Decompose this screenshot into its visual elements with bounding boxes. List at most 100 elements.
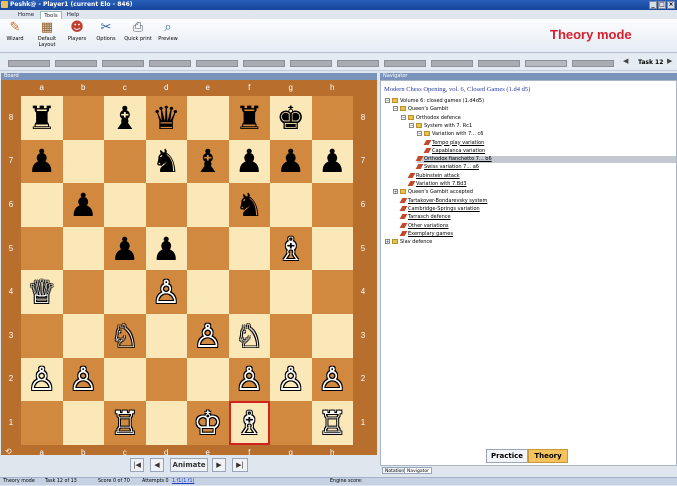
first-move-button[interactable]: |◀ [130, 458, 144, 472]
task-segment[interactable] [478, 60, 520, 67]
square-c8[interactable]: ♝ [104, 96, 146, 140]
square-a8[interactable]: ♜ [21, 96, 63, 140]
chess-piece[interactable]: ♗ [276, 233, 305, 265]
practice-button[interactable]: Practice [486, 449, 528, 463]
square-b8[interactable] [62, 96, 104, 140]
chess-piece[interactable]: ♘ [235, 320, 264, 352]
tree-node[interactable]: − System with 7. Rc1 [409, 122, 472, 130]
square-h8[interactable] [311, 96, 353, 140]
tree-node[interactable]: − Queen's Gambit [393, 106, 448, 113]
square-f3[interactable]: ♘ [228, 314, 270, 358]
task-segment[interactable] [102, 60, 144, 67]
square-e6[interactable] [187, 183, 229, 227]
chess-piece[interactable]: ♙ [27, 363, 56, 395]
square-c3[interactable]: ♘ [104, 314, 146, 358]
expand-toggle-icon[interactable]: − [401, 114, 406, 120]
task-segment[interactable] [431, 60, 473, 67]
tree-node[interactable]: Swiss variation 7... a6 [415, 164, 479, 171]
square-e1[interactable]: ♔ [187, 401, 229, 445]
default-layout-button[interactable]: ▦ Default Layout [34, 21, 60, 51]
task-segment[interactable] [384, 60, 426, 67]
chess-piece[interactable]: ♘ [110, 320, 139, 352]
square-b6[interactable]: ♟ [62, 183, 104, 227]
tree-node[interactable]: Variation with 7.Bd3 [407, 181, 467, 188]
square-b3[interactable] [62, 314, 104, 358]
square-a2[interactable]: ♙ [21, 357, 63, 402]
chess-piece[interactable]: ♟ [27, 145, 56, 177]
square-h6[interactable] [311, 183, 353, 227]
square-b5[interactable] [62, 226, 104, 271]
tree-node[interactable]: Tarrasch defence [399, 214, 451, 221]
square-f5[interactable] [228, 226, 270, 271]
square-h2[interactable]: ♙ [311, 357, 353, 402]
chess-piece[interactable]: ♙ [193, 320, 222, 352]
tree-node[interactable]: − Volume 6: closed games (1.d4d5) [385, 98, 484, 105]
tree-node[interactable]: Cambridge-Springs variation [399, 205, 480, 213]
maximize-button[interactable]: □ [658, 1, 666, 9]
tree-node[interactable]: + Slav defence [385, 239, 432, 246]
square-b1[interactable] [62, 401, 104, 445]
tree-node[interactable]: Capablanca variation [423, 147, 485, 155]
chess-piece[interactable]: ♜ [27, 102, 56, 134]
chess-piece[interactable]: ♙ [152, 276, 181, 308]
chess-piece[interactable]: ♛ [152, 102, 181, 134]
square-f6[interactable]: ♞ [228, 183, 270, 227]
minimize-button[interactable]: _ [649, 1, 657, 9]
next-move-button[interactable]: ▶ [212, 458, 226, 472]
square-e3[interactable]: ♙ [187, 314, 229, 358]
square-a7[interactable]: ♟ [21, 139, 63, 184]
square-a6[interactable] [21, 183, 63, 227]
square-d5[interactable]: ♟ [145, 226, 187, 271]
square-d6[interactable] [145, 183, 187, 227]
animate-button[interactable]: Animate [170, 458, 208, 472]
chess-piece[interactable]: ♜ [235, 102, 264, 134]
chess-piece[interactable]: ♗ [235, 407, 264, 439]
square-b2[interactable]: ♙ [62, 357, 104, 402]
tab-help[interactable]: Help [64, 11, 82, 19]
chess-piece[interactable]: ♖ [110, 407, 139, 439]
square-e5[interactable] [187, 226, 229, 271]
tree-node[interactable]: − Orthodox defence [401, 114, 461, 122]
square-d3[interactable] [145, 314, 187, 358]
task-segment-current[interactable] [525, 60, 567, 67]
square-c4[interactable] [104, 270, 146, 314]
square-d4[interactable]: ♙ [145, 270, 187, 314]
chess-board[interactable]: a a b b c c d d e e f f g g h h 8 8 7 7 6 6 5 5 4 4 3 3 2 2 1 1 ♜ ♝ ♛ ♜ ♚ ♟ ♞ ♝… [1, 80, 377, 457]
square-e2[interactable] [187, 357, 229, 402]
chess-piece[interactable]: ♔ [193, 407, 222, 439]
square-f1[interactable]: ♗ [228, 401, 270, 445]
expand-toggle-icon[interactable]: + [393, 189, 398, 195]
square-e8[interactable] [187, 96, 229, 140]
chess-piece[interactable]: ♙ [276, 363, 305, 395]
tree-node[interactable]: Orthodox fianchetto 7... b6 [415, 156, 676, 164]
quick-print-button[interactable]: ⎙ Quick print [122, 21, 154, 51]
close-button[interactable]: × [667, 1, 675, 9]
square-a4[interactable]: ♕ [21, 270, 63, 314]
square-g5[interactable]: ♗ [270, 226, 312, 271]
tree-node[interactable]: + Queen's Gambit accepted [393, 189, 473, 196]
expand-toggle-icon[interactable]: − [385, 98, 390, 103]
task-segment[interactable] [243, 60, 285, 67]
tree-node[interactable]: Exemplary games [399, 230, 453, 238]
square-f4[interactable] [228, 270, 270, 314]
square-g6[interactable] [270, 183, 312, 227]
square-c2[interactable] [104, 357, 146, 402]
square-g4[interactable] [270, 270, 312, 314]
square-c7[interactable] [104, 139, 146, 184]
prev-move-button[interactable]: ◀ [150, 458, 164, 472]
square-g7[interactable]: ♟ [270, 139, 312, 184]
square-g1[interactable] [270, 401, 312, 445]
tab-home[interactable]: Home [14, 11, 38, 19]
theory-button[interactable]: Theory [528, 449, 568, 463]
chess-piece[interactable]: ♟ [235, 145, 264, 177]
square-c1[interactable]: ♖ [104, 401, 146, 445]
task-segment[interactable] [572, 60, 614, 67]
square-d1[interactable] [145, 401, 187, 445]
square-f7[interactable]: ♟ [228, 139, 270, 184]
tree-node[interactable]: Tartakover-Bondarevsky system [399, 197, 487, 205]
task-segment[interactable] [149, 60, 191, 67]
square-d2[interactable] [145, 357, 187, 402]
chess-piece[interactable]: ♝ [110, 102, 139, 134]
chess-piece[interactable]: ♝ [193, 145, 222, 177]
square-e7[interactable]: ♝ [187, 139, 229, 184]
